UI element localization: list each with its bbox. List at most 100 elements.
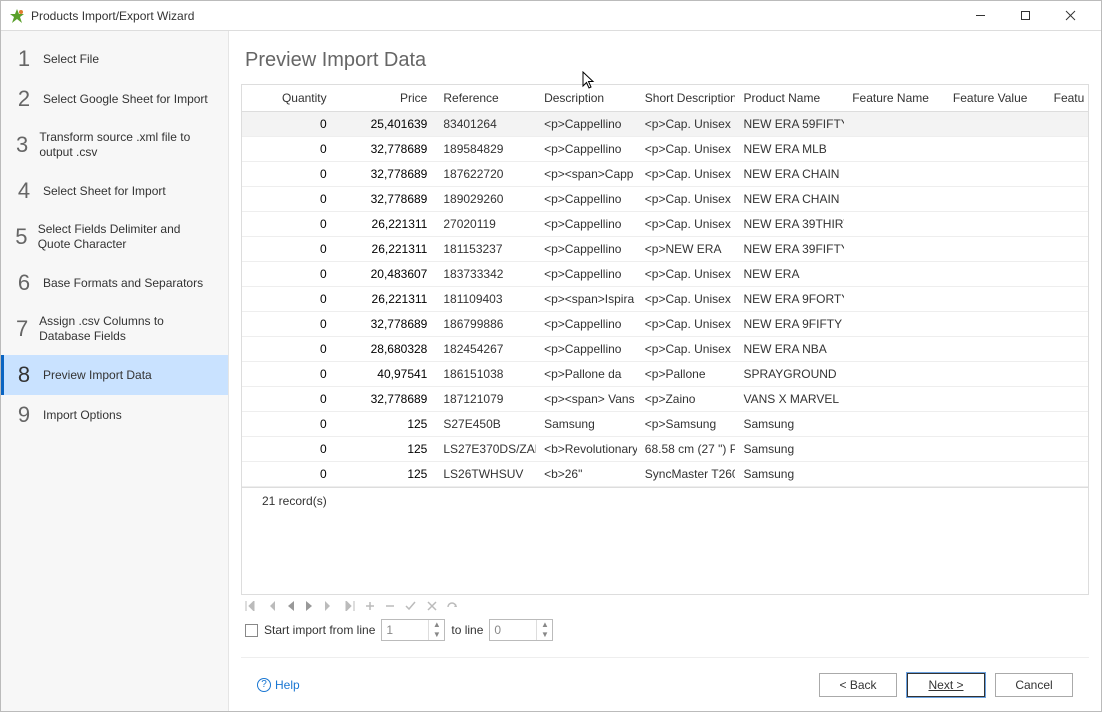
sidebar-step-4[interactable]: 4Select Sheet for Import [1, 171, 228, 211]
cell-quantity: 0 [242, 262, 335, 287]
table-row[interactable]: 026,221311181153237<p>Cappellino<p>NEW E… [242, 237, 1088, 262]
first-page-icon[interactable] [245, 601, 257, 611]
to-line-input[interactable]: ▲▼ [489, 619, 553, 641]
redo-icon[interactable] [447, 601, 459, 611]
maximize-button[interactable] [1003, 2, 1048, 30]
cell-feature_extra [1046, 237, 1088, 262]
cell-description: <p>Cappellino [536, 187, 637, 212]
next-button[interactable]: Next > [907, 673, 985, 697]
cell-short_description: <p>Pallone [637, 362, 736, 387]
to-line-value[interactable] [490, 621, 536, 639]
cell-product_name: NEW ERA 39THIRTY [735, 212, 844, 237]
sidebar-step-9[interactable]: 9Import Options [1, 395, 228, 435]
column-reference[interactable]: Reference [435, 85, 536, 112]
back-button[interactable]: < Back [819, 673, 897, 697]
start-line-value[interactable] [382, 621, 428, 639]
record-count: 21 record(s) [242, 487, 1088, 514]
start-line-input[interactable]: ▲▼ [381, 619, 445, 641]
table-row[interactable]: 025,40163983401264<p>Cappellino<p>Cap. U… [242, 112, 1088, 137]
cell-reference: 187121079 [435, 387, 536, 412]
table-row[interactable]: 0125LS27E370DS/ZAR<b>Revolutionary68.58 … [242, 437, 1088, 462]
table-row[interactable]: 028,680328182454267<p>Cappellino<p>Cap. … [242, 337, 1088, 362]
close-button[interactable] [1048, 2, 1093, 30]
table-row[interactable]: 040,97541186151038<p>Pallone da<p>Pallon… [242, 362, 1088, 387]
cell-price: 28,680328 [335, 337, 436, 362]
table-row[interactable]: 026,221311181109403<p><span>Ispira<p>Cap… [242, 287, 1088, 312]
table-row[interactable]: 020,483607183733342<p>Cappellino<p>Cap. … [242, 262, 1088, 287]
body: 1Select File2Select Google Sheet for Imp… [1, 31, 1101, 711]
cell-short_description: <p>Cap. Unisex [637, 137, 736, 162]
cell-reference: 181153237 [435, 237, 536, 262]
table-row[interactable]: 0125LS26TWHSUV<b>26"SyncMaster T260Samsu… [242, 462, 1088, 487]
column-price[interactable]: Price [335, 85, 436, 112]
start-line-checkbox[interactable] [245, 624, 258, 637]
cancel-button[interactable]: Cancel [995, 673, 1073, 697]
x-icon[interactable] [427, 601, 437, 611]
cell-description: <p><span> Vans [536, 387, 637, 412]
table-row[interactable]: 032,778689187622720<p><span>Capp<p>Cap. … [242, 162, 1088, 187]
titlebar: Products Import/Export Wizard [1, 1, 1101, 31]
column-feature_value[interactable]: Feature Value [945, 85, 1046, 112]
cell-price: 26,221311 [335, 212, 436, 237]
cell-feature_extra [1046, 162, 1088, 187]
table-row[interactable]: 0125S27E450BSamsung<p>SamsungSamsung [242, 412, 1088, 437]
next-record-icon[interactable] [305, 601, 313, 611]
cell-feature_name [844, 262, 945, 287]
help-icon: ? [257, 678, 271, 692]
cell-product_name: NEW ERA CHAIN [735, 187, 844, 212]
data-grid[interactable]: QuantityPriceReferenceDescriptionShort D… [241, 84, 1089, 595]
cell-feature_name [844, 187, 945, 212]
column-feature_name[interactable]: Feature Name [844, 85, 945, 112]
cell-product_name: NEW ERA 9FORTY [735, 287, 844, 312]
cell-feature_extra [1046, 187, 1088, 212]
cell-feature_name [844, 162, 945, 187]
cell-feature_value [945, 162, 1046, 187]
cell-price: 25,401639 [335, 112, 436, 137]
cell-feature_name [844, 437, 945, 462]
cell-quantity: 0 [242, 237, 335, 262]
prev-page-icon[interactable] [267, 601, 277, 611]
column-quantity[interactable]: Quantity [242, 85, 335, 112]
prev-record-icon[interactable] [287, 601, 295, 611]
cell-description: <p>Cappellino [536, 112, 637, 137]
column-short_description[interactable]: Short Description [637, 85, 736, 112]
sidebar-step-5[interactable]: 5Select Fields Delimiter and Quote Chara… [1, 211, 228, 263]
check-icon[interactable] [405, 601, 417, 611]
column-feature_extra[interactable]: Featu [1046, 85, 1088, 112]
cell-reference: 187622720 [435, 162, 536, 187]
last-page-icon[interactable] [343, 601, 355, 611]
sidebar-step-6[interactable]: 6Base Formats and Separators [1, 263, 228, 303]
table-row[interactable]: 032,778689189584829<p>Cappellino<p>Cap. … [242, 137, 1088, 162]
sidebar-step-1[interactable]: 1Select File [1, 39, 228, 79]
step-label: Assign .csv Columns to Database Fields [39, 314, 216, 344]
help-link[interactable]: ? Help [257, 678, 300, 692]
cell-feature_name [844, 287, 945, 312]
start-line-spinner[interactable]: ▲▼ [428, 620, 444, 640]
grid-nav-toolbar [241, 595, 1089, 617]
sidebar-step-8[interactable]: 8Preview Import Data [1, 355, 228, 395]
cell-feature_extra [1046, 262, 1088, 287]
sidebar-step-2[interactable]: 2Select Google Sheet for Import [1, 79, 228, 119]
step-number: 6 [13, 270, 35, 296]
column-product_name[interactable]: Product Name [735, 85, 844, 112]
cell-feature_value [945, 112, 1046, 137]
cell-description: <p>Cappellino [536, 137, 637, 162]
remove-icon[interactable] [385, 601, 395, 611]
cell-feature_extra [1046, 112, 1088, 137]
table-row[interactable]: 026,22131127020119<p>Cappellino<p>Cap. U… [242, 212, 1088, 237]
table-row[interactable]: 032,778689186799886<p>Cappellino<p>Cap. … [242, 312, 1088, 337]
window: Products Import/Export Wizard 1Select Fi… [0, 0, 1102, 712]
column-description[interactable]: Description [536, 85, 637, 112]
cell-description: <p>Cappellino [536, 262, 637, 287]
cell-reference: S27E450B [435, 412, 536, 437]
table-row[interactable]: 032,778689187121079<p><span> Vans<p>Zain… [242, 387, 1088, 412]
sidebar-step-7[interactable]: 7Assign .csv Columns to Database Fields [1, 303, 228, 355]
cell-feature_name [844, 237, 945, 262]
add-icon[interactable] [365, 601, 375, 611]
cell-feature_value [945, 237, 1046, 262]
table-row[interactable]: 032,778689189029260<p>Cappellino<p>Cap. … [242, 187, 1088, 212]
to-line-spinner[interactable]: ▲▼ [536, 620, 552, 640]
sidebar-step-3[interactable]: 3Transform source .xml file to output .c… [1, 119, 228, 171]
minimize-button[interactable] [958, 2, 1003, 30]
next-page-icon[interactable] [323, 601, 333, 611]
